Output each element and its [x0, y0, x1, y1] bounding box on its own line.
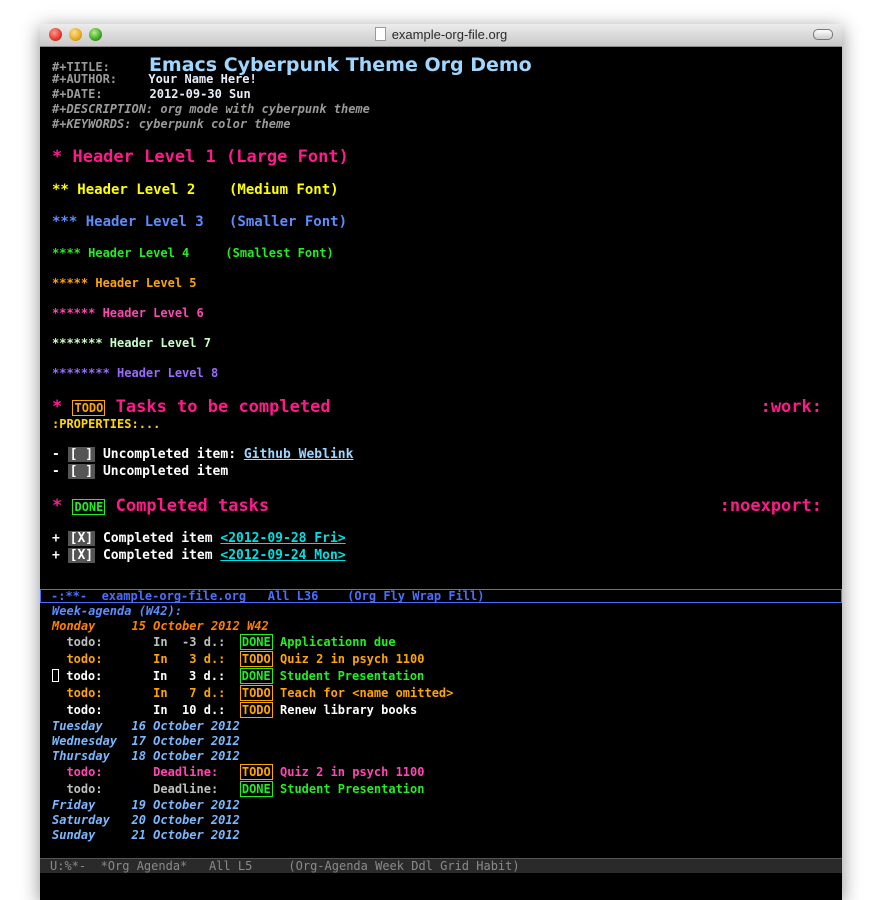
author-line: #+AUTHOR: Your Name Here! [52, 72, 257, 86]
checkbox-checked[interactable]: [X] [67, 531, 96, 546]
doc-author: Your Name Here! [148, 72, 257, 86]
properties-drawer[interactable]: :PROPERTIES:... [52, 417, 160, 431]
description-line: #+DESCRIPTION: org mode with cyberpunk t… [52, 102, 370, 116]
window-title: example-org-file.org [40, 27, 842, 42]
agenda-today: Monday 15 October 2012 W42 [52, 619, 269, 633]
date-link[interactable]: <2012-09-24 Mon> [220, 548, 345, 563]
todo-keyword: TODO [239, 685, 273, 701]
header-level-3[interactable]: *** Header Level 3 (Smaller Font) [52, 214, 347, 230]
tag-work[interactable]: :work: [761, 397, 822, 417]
agenda-day: Tuesday 16 October 2012 [52, 719, 240, 733]
header-level-6[interactable]: ****** Header Level 6 [52, 306, 204, 320]
done-keyword[interactable]: DONE [72, 499, 106, 515]
checkbox-checked[interactable]: [X] [67, 548, 96, 563]
checkbox-empty[interactable]: [ ] [67, 464, 96, 479]
done-heading[interactable]: * DONE Completed tasks [52, 496, 269, 516]
agenda-day: Saturday 20 October 2012 [52, 813, 240, 827]
agenda-item[interactable]: todo: In 3 d.: TODO Quiz 2 in psych 1100 [52, 651, 424, 667]
agenda-week-header: Week-agenda (W42): [52, 604, 183, 618]
header-level-7[interactable]: ******* Header Level 7 [52, 336, 211, 350]
list-item: - [ ] Uncompleted item: Github Weblink [52, 447, 354, 462]
github-weblink[interactable]: Github Weblink [244, 447, 354, 462]
list-item: - [ ] Uncompleted item [52, 464, 229, 479]
agenda-deadline-item[interactable]: todo: Deadline: TODO Quiz 2 in psych 110… [52, 764, 424, 780]
todo-heading[interactable]: * TODO Tasks to be completed [52, 397, 331, 417]
agenda-day: Sunday 21 October 2012 [52, 828, 240, 842]
tag-noexport[interactable]: :noexport: [720, 496, 822, 516]
header-level-5[interactable]: ***** Header Level 5 [52, 276, 197, 290]
todo-keyword: TODO [239, 702, 273, 718]
todo-keyword: TODO [239, 764, 273, 780]
doc-date: 2012-09-30 Sun [149, 87, 251, 101]
agenda-day: Friday 19 October 2012 [52, 798, 240, 812]
text-cursor [52, 669, 59, 682]
emacs-window: example-org-file.org #+TITLE: Emacs Cybe… [40, 24, 842, 900]
todo-keyword: TODO [239, 651, 273, 667]
date-link[interactable]: <2012-09-28 Fri> [220, 531, 345, 546]
todo-keyword[interactable]: TODO [72, 400, 106, 416]
agenda-item[interactable]: todo: In 3 d.: DONE Student Presentation [52, 668, 424, 684]
list-item: + [X] Completed item <2012-09-24 Mon> [52, 548, 346, 563]
date-line: #+DATE: 2012-09-30 Sun [52, 87, 251, 101]
agenda-item[interactable]: todo: In 10 d.: TODO Renew library books [52, 702, 417, 718]
mode-line-agenda: U:%*- *Org Agenda* All L5 (Org-Agenda We… [40, 858, 842, 873]
agenda-day: Thursday 18 October 2012 [52, 749, 240, 763]
checkbox-empty[interactable]: [ ] [67, 447, 96, 462]
agenda-day: Wednesday 17 October 2012 [52, 734, 240, 748]
toolbar-toggle-button[interactable] [813, 29, 833, 40]
done-keyword: DONE [239, 668, 273, 684]
done-keyword: DONE [239, 634, 273, 650]
list-item: + [X] Completed item <2012-09-28 Fri> [52, 531, 346, 546]
document-icon [374, 27, 386, 41]
header-level-8[interactable]: ******** Header Level 8 [52, 366, 218, 380]
agenda-item[interactable]: todo: In 7 d.: TODO Teach for <name omit… [52, 685, 453, 701]
agenda-deadline-item[interactable]: todo: Deadline: DONE Student Presentatio… [52, 781, 424, 797]
header-level-4[interactable]: **** Header Level 4 (Smallest Font) [52, 246, 334, 260]
header-level-2[interactable]: ** Header Level 2 (Medium Font) [52, 182, 339, 198]
header-level-1[interactable]: * Header Level 1 (Large Font) [52, 147, 349, 167]
mode-line-org: -:**- example-org-file.org All L36 (Org … [40, 589, 842, 603]
agenda-item[interactable]: todo: In -3 d.: DONE Applicationn due [52, 634, 396, 650]
keywords-line: #+KEYWORDS: cyberpunk color theme [52, 117, 291, 131]
done-keyword: DONE [239, 781, 273, 797]
title-bar: example-org-file.org [40, 24, 842, 47]
